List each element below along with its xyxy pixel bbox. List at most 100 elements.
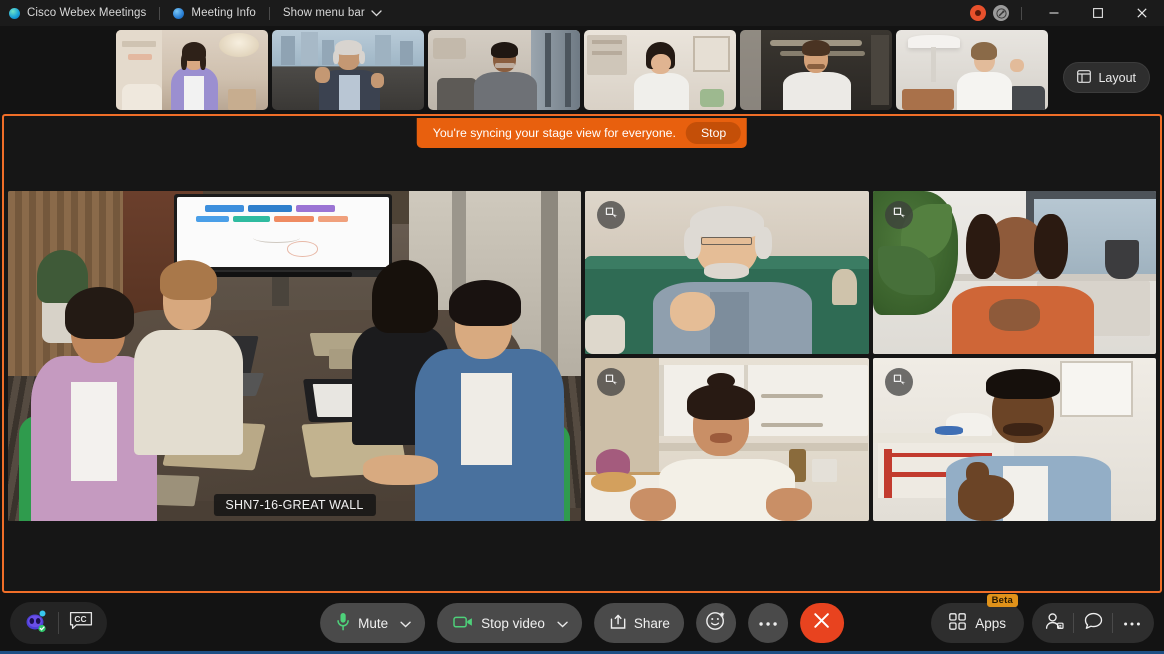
thumb-scene-5 (740, 30, 892, 110)
chevron-down-icon (400, 616, 411, 631)
share-button[interactable]: Share (593, 603, 684, 643)
record-icon[interactable] (970, 5, 986, 21)
pin-to-stage-button-2[interactable] (884, 201, 913, 229)
stop-sync-button[interactable]: Stop (685, 122, 742, 144)
smiley-reaction-icon (705, 610, 726, 636)
thumb-scene-4 (584, 30, 736, 110)
video-tile-2[interactable] (872, 191, 1156, 354)
pin-to-stage-button-4[interactable] (884, 368, 913, 396)
svg-text:CC: CC (74, 614, 86, 624)
end-call-x-icon (813, 612, 830, 634)
pin-to-stage-icon (892, 206, 906, 225)
participant-thumb-3[interactable] (428, 30, 580, 110)
chevron-down-icon (371, 9, 382, 17)
shared-stage: You're syncing your stage view for every… (2, 114, 1162, 593)
end-call-button[interactable] (799, 603, 844, 643)
participant-grid (585, 191, 1156, 521)
webex-ai-assistant-icon (23, 609, 49, 638)
pin-to-stage-button-1[interactable] (597, 201, 625, 229)
show-menu-bar-button[interactable]: Show menu bar (283, 7, 382, 19)
minimize-icon[interactable] (1032, 0, 1076, 26)
app-title: Cisco Webex Meetings (27, 7, 147, 19)
main-video-nameplate: SHN7-16-GREAT WALL (213, 494, 376, 516)
meeting-info-button[interactable]: Meeting Info (173, 7, 256, 19)
chat-button[interactable] (1074, 605, 1112, 641)
mute-label: Mute (358, 615, 389, 631)
share-main-segment[interactable]: Share (594, 603, 684, 643)
closed-captions-button[interactable]: CC (59, 604, 103, 642)
video-main-segment[interactable]: Stop video (437, 603, 553, 643)
chat-bubble-icon (1084, 612, 1103, 635)
main-video-tile[interactable]: SHN7-16-GREAT WALL (8, 191, 581, 521)
participant-thumb-5[interactable] (740, 30, 892, 110)
stage-sync-message: You're syncing your stage view for every… (432, 126, 676, 140)
titlebar-divider-3 (1021, 6, 1022, 20)
maximize-icon[interactable] (1076, 0, 1120, 26)
close-icon[interactable] (1120, 0, 1164, 26)
video-scene-3 (585, 358, 869, 521)
participant-thumb-2[interactable] (272, 30, 424, 110)
ellipsis-icon (758, 614, 778, 632)
titlebar-right-controls (970, 0, 1164, 26)
participant-thumb-6[interactable] (896, 30, 1048, 110)
participants-button[interactable] (1035, 605, 1073, 641)
share-label: Share (633, 615, 670, 631)
ellipsis-icon (1123, 614, 1141, 632)
thumb-scene-3 (428, 30, 580, 110)
video-options-caret[interactable] (553, 603, 582, 643)
meeting-controls-toolbar: CC Mute Stop video Share Beta Apps (0, 594, 1164, 651)
pin-to-stage-icon (892, 373, 906, 392)
mute-main-segment[interactable]: Mute (320, 603, 396, 643)
apps-beta-badge: Beta (986, 594, 1018, 607)
titlebar-divider-2 (268, 6, 270, 20)
ai-assistant-button[interactable] (14, 604, 58, 642)
participant-thumb-1[interactable] (116, 30, 268, 110)
participant-filmstrip: Layout (0, 26, 1164, 114)
microphone-icon (336, 612, 350, 634)
more-options-button[interactable] (1113, 605, 1151, 641)
pin-to-stage-icon (604, 206, 618, 225)
center-controls-cluster: Mute Stop video Share (320, 603, 844, 643)
stop-video-button[interactable]: Stop video (437, 603, 582, 643)
camera-icon (453, 615, 473, 632)
layout-button[interactable]: Layout (1063, 62, 1150, 93)
stop-video-label: Stop video (481, 615, 545, 631)
right-controls-cluster: Beta Apps (931, 594, 1154, 643)
video-scene-2 (872, 191, 1156, 354)
thumb-scene-6 (896, 30, 1048, 110)
chevron-down-icon (557, 616, 568, 631)
mute-options-caret[interactable] (396, 603, 425, 643)
apps-grid-icon (949, 613, 967, 633)
layout-grid-icon (1077, 69, 1092, 86)
video-tile-4[interactable] (872, 358, 1156, 521)
network-status-icon[interactable] (993, 5, 1009, 21)
apps-button[interactable]: Beta Apps (931, 594, 1024, 643)
video-scene-1 (585, 191, 869, 354)
video-scene-4 (872, 358, 1156, 521)
pin-to-stage-icon (604, 373, 618, 392)
app-title-group: Cisco Webex Meetings (9, 7, 146, 19)
apps-label: Apps (975, 615, 1006, 631)
panel-toggle-group (1032, 603, 1154, 643)
show-menu-bar-label: Show menu bar (282, 7, 365, 19)
share-screen-icon (610, 614, 626, 633)
left-controls-cluster: CC (10, 602, 107, 644)
reactions-button[interactable] (695, 603, 736, 643)
mute-button[interactable]: Mute (320, 603, 426, 643)
stage-video-area: SHN7-16-GREAT WALL (8, 191, 1156, 521)
participants-icon (1045, 612, 1064, 635)
pin-to-stage-button-3[interactable] (597, 368, 625, 396)
thumb-scene-2 (272, 30, 424, 110)
more-controls-button[interactable] (747, 603, 788, 643)
title-bar: Cisco Webex Meetings Meeting Info Show m… (0, 0, 1164, 26)
layout-button-label: Layout (1098, 70, 1136, 85)
meeting-info-label: Meeting Info (191, 7, 256, 19)
webex-meetings-window: Cisco Webex Meetings Meeting Info Show m… (0, 0, 1164, 654)
cc-icon: CC (69, 611, 93, 635)
titlebar-divider-1 (159, 6, 161, 20)
video-tile-3[interactable] (585, 358, 869, 521)
conference-room-scene (8, 191, 581, 521)
video-tile-1[interactable] (585, 191, 869, 354)
info-dot-icon (173, 7, 185, 19)
participant-thumb-4[interactable] (584, 30, 736, 110)
